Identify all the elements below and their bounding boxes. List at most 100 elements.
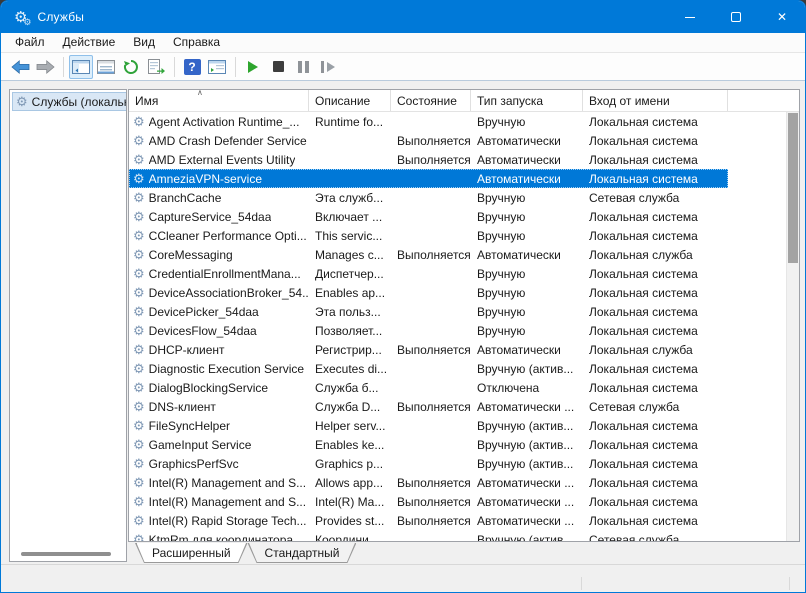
show-console-tree-button[interactable] <box>69 55 93 79</box>
forward-button[interactable] <box>33 55 57 79</box>
cell-description: Allows app... <box>309 476 391 490</box>
service-gear-icon: ⚙ <box>133 532 145 542</box>
toolbar-separator <box>235 57 236 77</box>
menu-item-действие[interactable]: Действие <box>54 33 125 52</box>
back-button[interactable] <box>8 55 32 79</box>
pause-service-button[interactable] <box>291 55 315 79</box>
start-icon <box>247 60 259 74</box>
table-row[interactable]: ⚙DHCP-клиент Регистрир... Выполняется Ав… <box>129 340 728 359</box>
service-gear-icon: ⚙ <box>133 399 145 415</box>
table-row[interactable]: ⚙CredentialEnrollmentMana... Диспетчер..… <box>129 264 728 283</box>
help-button[interactable]: ? <box>180 55 204 79</box>
cell-startup-type: Автоматически <box>471 134 583 148</box>
cell-service-name: Intel(R) Management and S... <box>149 476 306 490</box>
vertical-scrollbar[interactable] <box>786 112 799 541</box>
tab-label: Стандартный <box>265 546 340 560</box>
table-row[interactable]: ⚙CoreMessaging Manages c... Выполняется … <box>129 245 728 264</box>
column-header[interactable]: Описание <box>309 90 391 111</box>
column-header[interactable]: Состояние <box>391 90 471 111</box>
service-gear-icon: ⚙ <box>133 114 145 130</box>
menu-item-файл[interactable]: Файл <box>6 33 54 52</box>
close-button[interactable]: ✕ <box>759 1 805 33</box>
column-header[interactable]: Вход от имени <box>583 90 728 111</box>
column-header[interactable]: Имя∧ <box>129 90 309 111</box>
list-rows: ⚙Agent Activation Runtime_... Runtime fo… <box>129 112 786 541</box>
table-row[interactable]: ⚙Agent Activation Runtime_... Runtime fo… <box>129 112 728 131</box>
cell-description: Manages c... <box>309 248 391 262</box>
cell-service-name: DHCP-клиент <box>149 343 225 357</box>
properties-icon <box>97 60 115 74</box>
cell-description: Служба D... <box>309 400 391 414</box>
cell-login-as: Локальная служба <box>583 248 728 262</box>
table-row[interactable]: ⚙DNS-клиент Служба D... Выполняется Авто… <box>129 397 728 416</box>
cell-description: Enables ap... <box>309 286 391 300</box>
restart-service-button[interactable] <box>316 55 340 79</box>
refresh-button[interactable] <box>119 55 143 79</box>
table-row[interactable]: ⚙AMD External Events Utility Выполняется… <box>129 150 728 169</box>
table-row[interactable]: ⚙DevicePicker_54daa Эта польз... Вручную… <box>129 302 728 321</box>
cell-startup-type: Автоматически ... <box>471 495 583 509</box>
table-row[interactable]: ⚙BranchCache Эта служб... Вручную Сетева… <box>129 188 728 207</box>
table-row[interactable]: ⚙CaptureService_54daa Включает ... Вручн… <box>129 207 728 226</box>
cell-startup-type: Вручную <box>471 115 583 129</box>
cell-startup-type: Вручную <box>471 229 583 243</box>
table-row[interactable]: ⚙Intel(R) Rapid Storage Tech... Provides… <box>129 511 728 530</box>
cell-login-as: Локальная система <box>583 229 728 243</box>
table-row[interactable]: ⚙FileSyncHelper Helper serv... Вручную (… <box>129 416 728 435</box>
menu-bar: ФайлДействиеВидСправка <box>1 33 805 53</box>
export-list-button[interactable] <box>144 55 168 79</box>
cell-login-as: Локальная система <box>583 324 728 338</box>
table-row[interactable]: ⚙ Diagnostic Execution Service Executes d… <box>129 359 728 378</box>
cell-login-as: Локальная система <box>583 153 728 167</box>
cell-login-as: Локальная система <box>583 476 728 490</box>
pause-icon <box>298 61 309 73</box>
cell-service-name: CredentialEnrollmentMana... <box>149 267 301 281</box>
table-row[interactable]: ⚙KtmRm для координатора ... Координи... … <box>129 530 728 541</box>
stop-service-button[interactable] <box>266 55 290 79</box>
cell-status: Выполняется <box>391 343 471 357</box>
service-gear-icon: ⚙ <box>133 513 145 529</box>
cell-description: Helper serv... <box>309 419 391 433</box>
table-row[interactable]: ⚙AmneziaVPN-service Автоматически Локаль… <box>129 169 728 188</box>
tab-label: Расширенный <box>152 546 231 560</box>
cell-service-name: KtmRm для координатора ... <box>149 533 307 542</box>
tree-item-services-local[interactable]: ⚙Службы (локальные) <box>12 92 127 111</box>
table-row[interactable]: ⚙Intel(R) Management and S... Allows app… <box>129 473 728 492</box>
maximize-button[interactable] <box>713 1 759 33</box>
table-row[interactable]: ⚙Intel(R) Management and S... Intel(R) M… <box>129 492 728 511</box>
column-header-label: Состояние <box>397 94 457 108</box>
table-row[interactable]: ⚙AMD Crash Defender Service Выполняется … <box>129 131 728 150</box>
column-header[interactable]: Тип запуска <box>471 90 583 111</box>
properties-button[interactable] <box>94 55 118 79</box>
cell-login-as: Локальная система <box>583 210 728 224</box>
table-row[interactable]: ⚙DialogBlockingService Служба б... Отклю… <box>129 378 728 397</box>
cell-service-name: FileSyncHelper <box>149 419 230 433</box>
service-gear-icon: ⚙ <box>133 323 145 339</box>
table-row[interactable]: ⚙DevicesFlow_54daa Позволяет... Вручную … <box>129 321 728 340</box>
cell-login-as: Локальная система <box>583 362 728 376</box>
cell-description: Регистрир... <box>309 343 391 357</box>
menu-item-справка[interactable]: Справка <box>164 33 229 52</box>
toolbar-separator <box>174 57 175 77</box>
cell-service-name: Diagnostic Execution Service <box>149 362 304 376</box>
cell-login-as: Локальная система <box>583 115 728 129</box>
table-row[interactable]: ⚙GameInput Service Enables ke... Вручную… <box>129 435 728 454</box>
column-header-label: Имя <box>135 94 158 108</box>
menu-item-вид[interactable]: Вид <box>124 33 164 52</box>
table-row[interactable]: ⚙GraphicsPerfSvc Graphics p... Вручную (… <box>129 454 728 473</box>
cell-service-name: Agent Activation Runtime_... <box>149 115 300 129</box>
cell-service-name: Intel(R) Management and S... <box>149 495 306 509</box>
show-action-pane-button[interactable] <box>205 55 229 79</box>
minimize-button[interactable] <box>667 1 713 33</box>
tree-horizontal-scrollbar[interactable] <box>21 552 111 556</box>
table-row[interactable]: ⚙DeviceAssociationBroker_54... Enables a… <box>129 283 728 302</box>
window-title: Службы <box>37 10 84 24</box>
status-bar <box>1 564 805 592</box>
tab-extended[interactable]: Расширенный <box>135 543 248 563</box>
table-row[interactable]: ⚙CCleaner Performance Opti... This servi… <box>129 226 728 245</box>
vertical-scrollbar-thumb[interactable] <box>788 113 798 263</box>
tab-standard[interactable]: Стандартный <box>248 543 357 563</box>
cell-description: Executes di... <box>309 362 391 376</box>
start-service-button[interactable] <box>241 55 265 79</box>
service-gear-icon: ⚙ <box>133 361 145 377</box>
